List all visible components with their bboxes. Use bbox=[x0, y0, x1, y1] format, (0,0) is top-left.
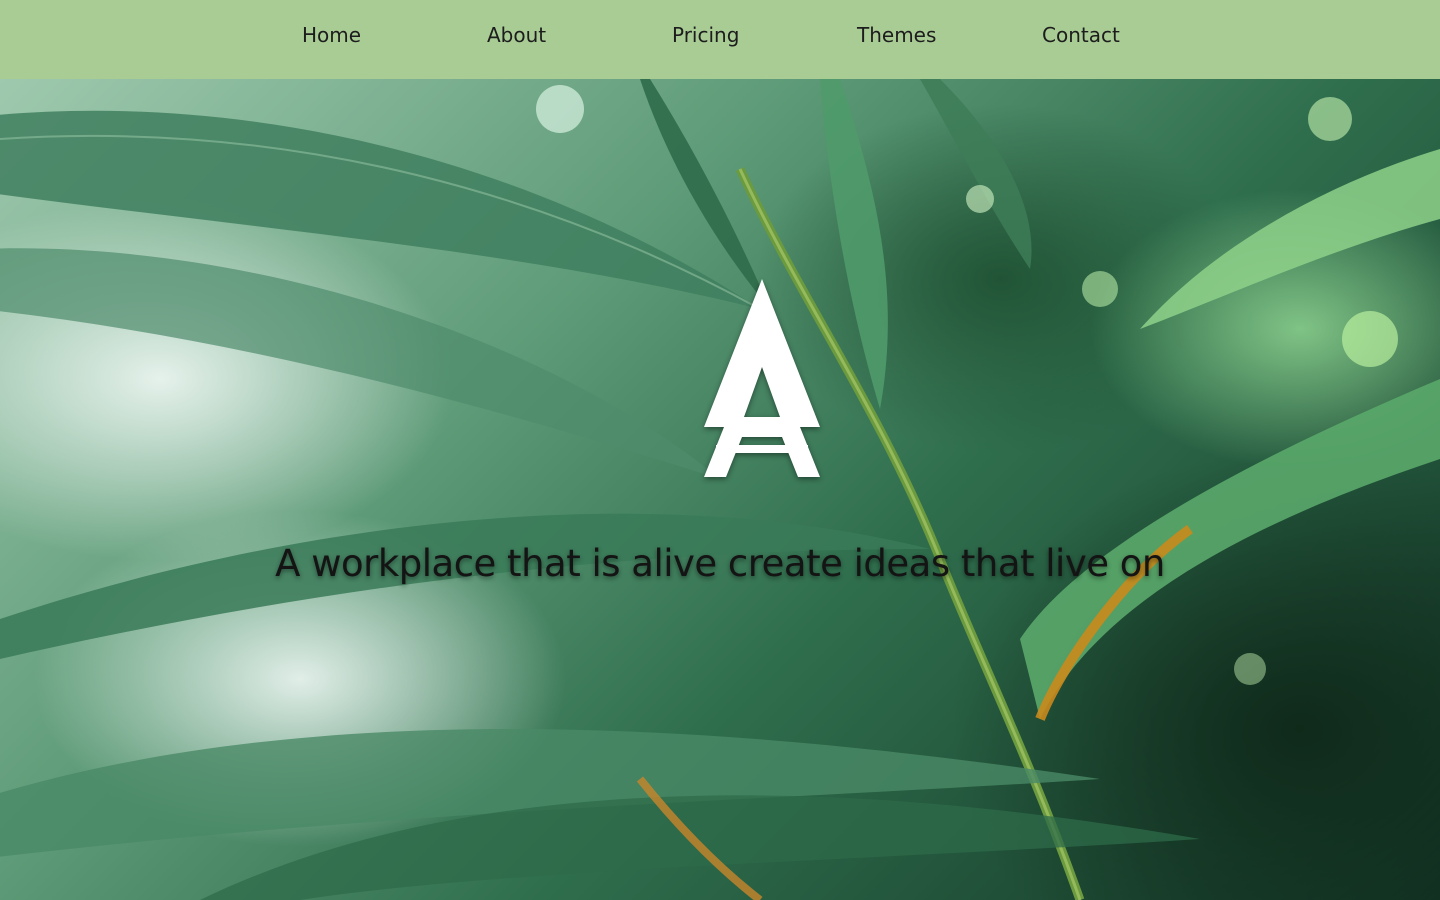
nav-item-home[interactable]: Home bbox=[302, 20, 361, 50]
nav-item-themes[interactable]: Themes bbox=[857, 20, 936, 50]
bamboo-leaves-background bbox=[0, 79, 1440, 900]
nav-item-pricing[interactable]: Pricing bbox=[672, 20, 739, 50]
nav-item-about[interactable]: About bbox=[487, 20, 546, 50]
top-nav: Home About Pricing Themes Contact bbox=[0, 0, 1440, 79]
nav-item-contact[interactable]: Contact bbox=[1042, 20, 1120, 50]
hero-tagline: A workplace that is alive create ideas t… bbox=[275, 542, 1165, 585]
hero-section: A workplace that is alive create ideas t… bbox=[0, 79, 1440, 900]
triangle-a-logo-icon bbox=[704, 279, 820, 477]
